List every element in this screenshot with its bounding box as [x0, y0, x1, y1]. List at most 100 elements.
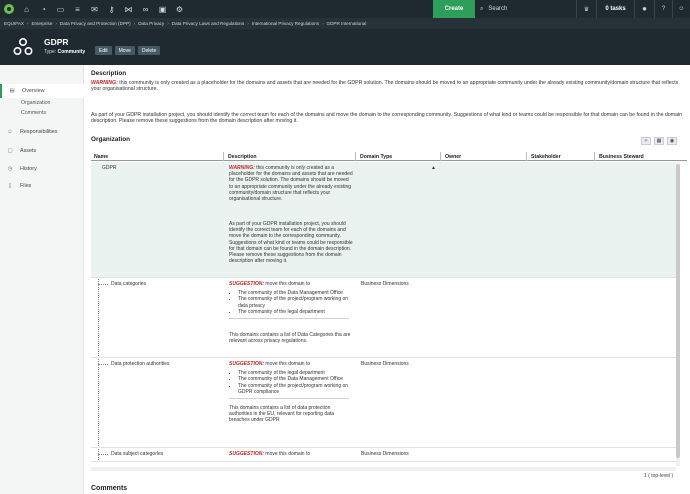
column-header-domain-type[interactable]: Domain Type [357, 152, 392, 161]
breadcrumb: EQUIFAX › Enterprise › Data Privacy and Pr… [0, 18, 690, 29]
column-header-description[interactable]: Description [225, 152, 257, 161]
row-domain-type: Business Dimensions [361, 451, 409, 457]
warning-label: WARNING: [229, 165, 255, 171]
row-name[interactable]: Data categories [111, 281, 146, 287]
breadcrumb-item[interactable]: International Privacy Regulations [252, 21, 319, 26]
asset-type-label: Type: [44, 49, 57, 55]
sidebar-item-label: Overview [22, 88, 45, 94]
breadcrumb-separator: › [322, 21, 324, 26]
clipboard-icon[interactable]: ▣ [154, 0, 171, 18]
sidebar-item-history[interactable]: ◷ History [0, 163, 84, 175]
expand-icon[interactable]: ✧ [641, 137, 651, 145]
sidebar-subitem-comments[interactable]: Comments [21, 110, 46, 116]
column-divider [355, 152, 356, 161]
tree-branch [98, 454, 108, 455]
breadcrumb-item[interactable]: Data Privacy and Protection (DPP) [60, 21, 131, 26]
suggestion-label: SUGGESTION: [229, 361, 265, 367]
scrollbar-thumb[interactable] [676, 164, 680, 458]
suggestion-label: SUGGESTION: [229, 281, 265, 287]
row-description-text: this community is only created as a plac… [229, 165, 353, 203]
breadcrumb-item[interactable]: GDPR International [327, 21, 367, 26]
breadcrumb-item[interactable]: Enterprise [31, 21, 52, 26]
mail-icon[interactable]: ✉ [86, 0, 103, 18]
breadcrumb-item[interactable]: EQUIFAX [4, 21, 24, 26]
breadcrumb-separator: › [167, 21, 169, 26]
tree-branch [98, 284, 108, 285]
sidebar-item-assets[interactable]: ▢ Assets [0, 145, 84, 157]
breadcrumb-separator: › [133, 21, 136, 26]
settings-icon[interactable]: ✹ [634, 0, 654, 18]
key-icon[interactable]: ⚷ [103, 0, 120, 18]
bullet-item: The community of the Data Management Off… [238, 376, 353, 382]
sidebar-item-files[interactable]: ▯ Files [0, 180, 84, 192]
organization-title: Organization [91, 136, 131, 143]
user-icon[interactable]: ☺ [672, 0, 690, 18]
sort-up-icon[interactable]: ▲ [431, 165, 436, 171]
search-box[interactable]: ⌕ Search [480, 0, 507, 18]
grid-view-icon[interactable]: ▦ [654, 137, 664, 145]
asset-type-value: Community [57, 49, 86, 55]
search-input[interactable]: Search [488, 6, 507, 12]
column-header-business-steward[interactable]: Business Steward [596, 152, 644, 161]
breadcrumb-separator: › [55, 21, 57, 26]
row-name[interactable]: Data protection authorities [111, 361, 169, 367]
column-header-owner[interactable]: Owner [442, 152, 461, 161]
app-logo[interactable] [0, 0, 18, 18]
row-domain-type: Business Dimensions [361, 361, 409, 367]
link-icon[interactable]: ∞ [137, 0, 154, 18]
suggestion-text: move this domain to [264, 281, 311, 287]
description-paragraph-2: As part of your GDPR installation projec… [91, 112, 683, 125]
sidebar-item-label: Assets [20, 148, 37, 154]
sidebar-subitem-organization[interactable]: Organization [21, 100, 50, 106]
eye-icon[interactable]: ◉ [667, 137, 677, 145]
breadcrumb-item[interactable]: Data Privacy Laws and Regulations [172, 21, 245, 26]
community-icon [13, 37, 33, 56]
column-header-name[interactable]: Name [91, 152, 108, 161]
pager-count: 1 ( top-level ) [644, 473, 674, 479]
divider [229, 318, 349, 320]
database-icon[interactable]: ≡ [69, 0, 86, 18]
table-row[interactable]: Data categories SUGGESTION: move this do… [91, 278, 677, 358]
sidebar-item-label: Responsibilities [20, 129, 58, 135]
comments-title: Comments [91, 485, 128, 492]
table-row[interactable]: Data subject categories SUGGESTION: move… [91, 448, 677, 462]
edit-button[interactable]: Edit [95, 46, 112, 55]
tree-branch [98, 364, 108, 365]
header-actions: Edit Move Delete [95, 46, 161, 55]
asset-header: GDPR Type: Community Edit Move Delete [0, 29, 690, 65]
bullet-item: The community of the project/program wor… [238, 296, 353, 308]
delete-button[interactable]: Delete [137, 46, 161, 55]
crown-icon[interactable]: ♛ [576, 0, 596, 18]
folder-icon[interactable]: ▭ [52, 0, 69, 18]
organization-table: GDPR WARNING: this community is only cre… [91, 162, 687, 466]
right-navigation: ♛ 0 tasks ✹ ? ☺ [576, 0, 690, 18]
dashboard-icon[interactable]: ⌂ [18, 0, 35, 18]
row-name[interactable]: Data subject categories [111, 451, 163, 457]
tasks-button[interactable]: 0 tasks [596, 0, 634, 18]
suggestion-text: move this domain to [264, 451, 311, 457]
description-title: Description [91, 70, 127, 77]
horizontal-scrollbar[interactable] [91, 467, 676, 471]
history-icon: ◷ [7, 166, 13, 172]
breadcrumb-item[interactable]: Data Privacy [138, 21, 164, 26]
table-row[interactable]: Data protection authorities SUGGESTION: … [91, 358, 677, 448]
suggestion-label: SUGGESTION: [229, 451, 265, 457]
column-header-stakeholder[interactable]: Stakeholder [528, 152, 561, 161]
gear-icon[interactable]: ⚙ [171, 0, 188, 18]
create-button[interactable]: Create [433, 0, 475, 18]
people-icon: ☺ [7, 129, 13, 135]
overview-icon: ▤ [9, 88, 15, 94]
suggestion-text: move this domain to [264, 361, 311, 367]
move-button[interactable]: Move [114, 46, 135, 55]
row-name[interactable]: GDPR [102, 165, 116, 171]
table-row[interactable]: GDPR WARNING: this community is only cre… [91, 162, 677, 278]
sidebar-item-responsibilities[interactable]: ☺ Responsibilities [0, 126, 84, 138]
row-note: This domains contains a list of Data Cat… [229, 332, 351, 345]
share-icon[interactable]: ⋈ [120, 0, 137, 18]
gauge-icon[interactable]: ◔ [35, 0, 52, 18]
sidebar-item-overview[interactable]: ▤ Overview [0, 84, 84, 98]
row-description: SUGGESTION: move this domain to The comm… [229, 361, 353, 424]
files-icon: ▯ [8, 183, 12, 189]
vertical-scrollbar[interactable] [676, 162, 680, 466]
help-icon[interactable]: ? [654, 0, 672, 18]
